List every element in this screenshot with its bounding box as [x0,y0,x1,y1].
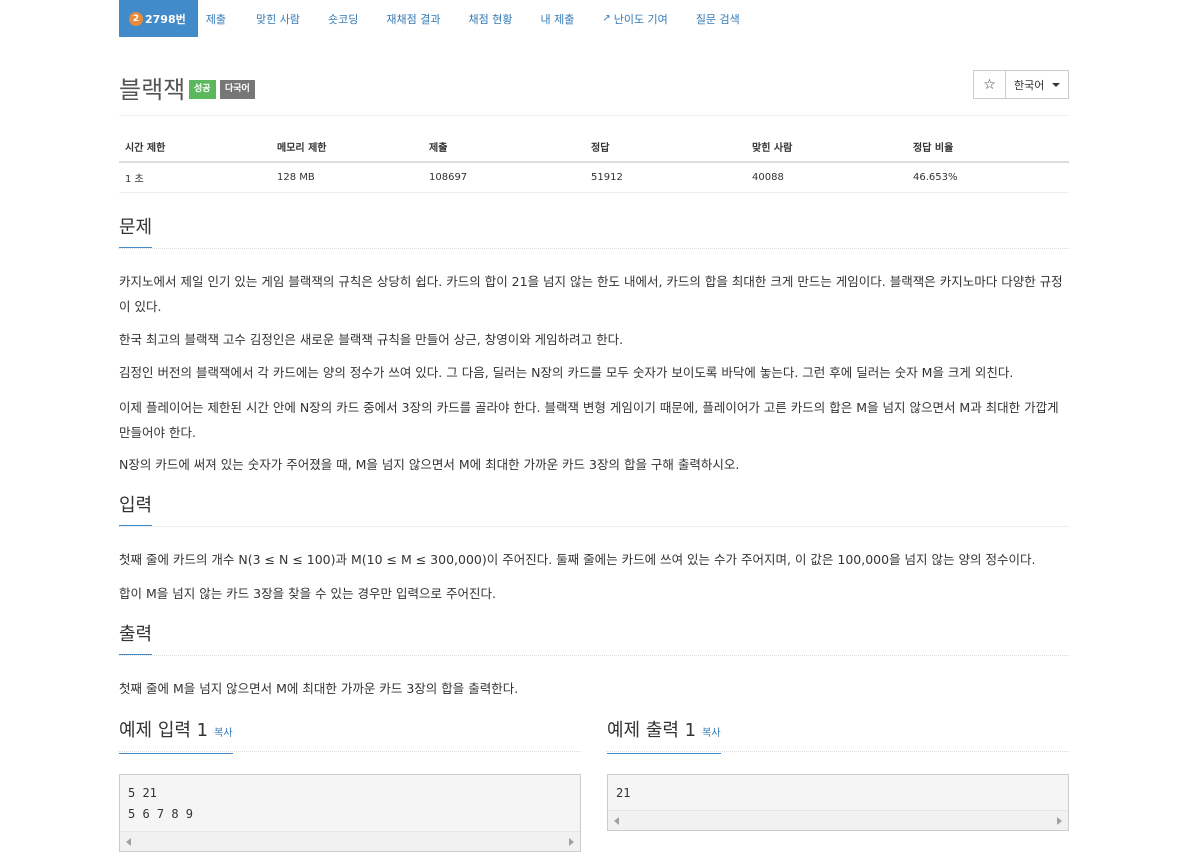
input-paragraph: 합이 M을 넘지 않는 카드 3장을 찾을 수 있는 경우만 입력으로 주어진다… [119,586,496,601]
output-heading: 출력 [119,624,153,655]
value-time-limit: 1 초 [119,162,271,193]
title-toolbar: ☆ 한국어 [973,70,1069,99]
nav-solved-users[interactable]: 맞힌 사람 [242,0,314,37]
value-memory-limit: 128 MB [271,162,423,193]
scroll-left-icon[interactable] [614,817,619,825]
input-section-header: 입력 [119,495,1069,527]
scroll-right-icon[interactable] [1057,817,1062,825]
external-link-icon: ↗ [602,13,611,24]
status-badge-success: 성공 [189,80,216,99]
title-divider [119,115,1069,116]
problem-nav: 2 2798번 제출 맞힌 사람 숏코딩 재채점 결과 채점 현황 내 제출 ↗… [119,0,1069,37]
table-row: 1 초 128 MB 108697 51912 40088 46.653% [119,162,1069,193]
sample-input-heading: 예제 입력 1 복사 [119,720,233,754]
output-paragraph: 첫째 줄에 M을 넘지 않으면서 M에 최대한 가까운 카드 3장의 합을 출력… [119,681,519,696]
problem-info-table: 시간 제한 메모리 제한 제출 정답 맞힌 사람 정답 비율 1 초 128 M… [119,132,1069,193]
sample-input-title: 예제 입력 1 [119,720,209,741]
nav-difficulty-contribution[interactable]: ↗ 난이도 기여 [588,0,682,37]
sample-output-code: 21 [616,786,631,800]
star-icon: ☆ [983,76,996,93]
nav-problem-number[interactable]: 2 2798번 [119,0,198,37]
problem-paragraph: N장의 카드에 써져 있는 숫자가 주어졌을 때, M을 넘지 않으면서 M에 … [119,457,740,472]
header-accept-rate: 정답 비율 [907,132,1069,163]
nav-status[interactable]: 채점 현황 [454,0,526,37]
header-time-limit: 시간 제한 [119,132,271,163]
status-badge-multilang: 다국어 [220,80,255,99]
sample-input-block[interactable]: 5 21 5 6 7 8 9 [119,774,581,852]
nav-short-coding[interactable]: 숏코딩 [314,0,372,37]
value-submissions: 108697 [423,162,585,193]
header-solved-users: 맞힌 사람 [746,132,907,163]
nav-problem-number-label: 2798번 [145,12,186,26]
sample-output-block[interactable]: 21 [607,774,1069,831]
problem-section-header: 문제 [119,217,1069,249]
header-submissions: 제출 [423,132,585,163]
horizontal-scrollbar[interactable] [608,810,1068,830]
input-heading: 입력 [119,495,153,526]
problem-page: 2 2798번 제출 맞힌 사람 숏코딩 재채점 결과 채점 현황 내 제출 ↗… [119,0,1069,852]
sample-input-column: 예제 입력 1 복사 5 21 5 6 7 8 9 [119,720,581,852]
sample-input-header: 예제 입력 1 복사 [119,720,581,754]
sample-output-heading: 예제 출력 1 복사 [607,720,721,754]
sample-input-code: 5 21 5 6 7 8 9 [128,786,194,821]
header-accepted: 정답 [585,132,746,163]
value-accept-rate: 46.653% [907,162,1069,193]
page-title: 블랙잭 [119,76,186,104]
scroll-right-icon[interactable] [569,838,574,846]
nav-rejudge-results[interactable]: 재채점 결과 [372,0,454,37]
output-section-header: 출력 [119,624,1069,656]
problem-heading: 문제 [119,217,153,248]
problem-paragraph: 이제 플레이어는 제한된 시간 안에 N장의 카드 중에서 3장의 카드를 골라… [119,400,1059,440]
copy-sample-input-button[interactable]: 복사 [214,728,232,739]
language-dropdown[interactable]: 한국어 [1005,70,1069,99]
table-header-row: 시간 제한 메모리 제한 제출 정답 맞힌 사람 정답 비율 [119,132,1069,163]
sample-output-header: 예제 출력 1 복사 [607,720,1069,754]
problem-paragraph: 카지노에서 제일 인기 있는 게임 블랙잭의 규칙은 상당히 쉽다. 카드의 합… [119,274,1063,314]
nav-question-search[interactable]: 질문 검색 [682,0,754,37]
nav-difficulty-label: 난이도 기여 [613,12,668,26]
caret-down-icon [1052,82,1060,87]
sample-output-title: 예제 출력 1 [607,720,697,741]
value-solved-users: 40088 [746,162,907,193]
horizontal-scrollbar[interactable] [120,831,580,851]
value-accepted: 51912 [585,162,746,193]
language-label: 한국어 [1014,78,1045,92]
tier-badge-icon: 2 [129,11,143,26]
sample-output-column: 예제 출력 1 복사 21 [607,720,1069,831]
copy-sample-output-button[interactable]: 복사 [702,728,720,739]
favorite-star-button[interactable]: ☆ [973,70,1006,99]
header-memory-limit: 메모리 제한 [271,132,423,163]
problem-paragraph: 한국 최고의 블랙잭 고수 김정인은 새로운 블랙잭 규칙을 만들어 상근, 창… [119,332,624,347]
scroll-left-icon[interactable] [126,838,131,846]
problem-paragraph: 김정인 버전의 블랙잭에서 각 카드에는 양의 정수가 쓰여 있다. 그 다음,… [119,365,1014,380]
nav-my-submissions[interactable]: 내 제출 [526,0,588,37]
nav-submit[interactable]: 제출 [198,0,242,37]
input-paragraph: 첫째 줄에 카드의 개수 N(3 ≤ N ≤ 100)과 M(10 ≤ M ≤ … [119,552,1036,567]
title-row: 블랙잭 성공 다국어 ☆ 한국어 [119,70,1069,104]
